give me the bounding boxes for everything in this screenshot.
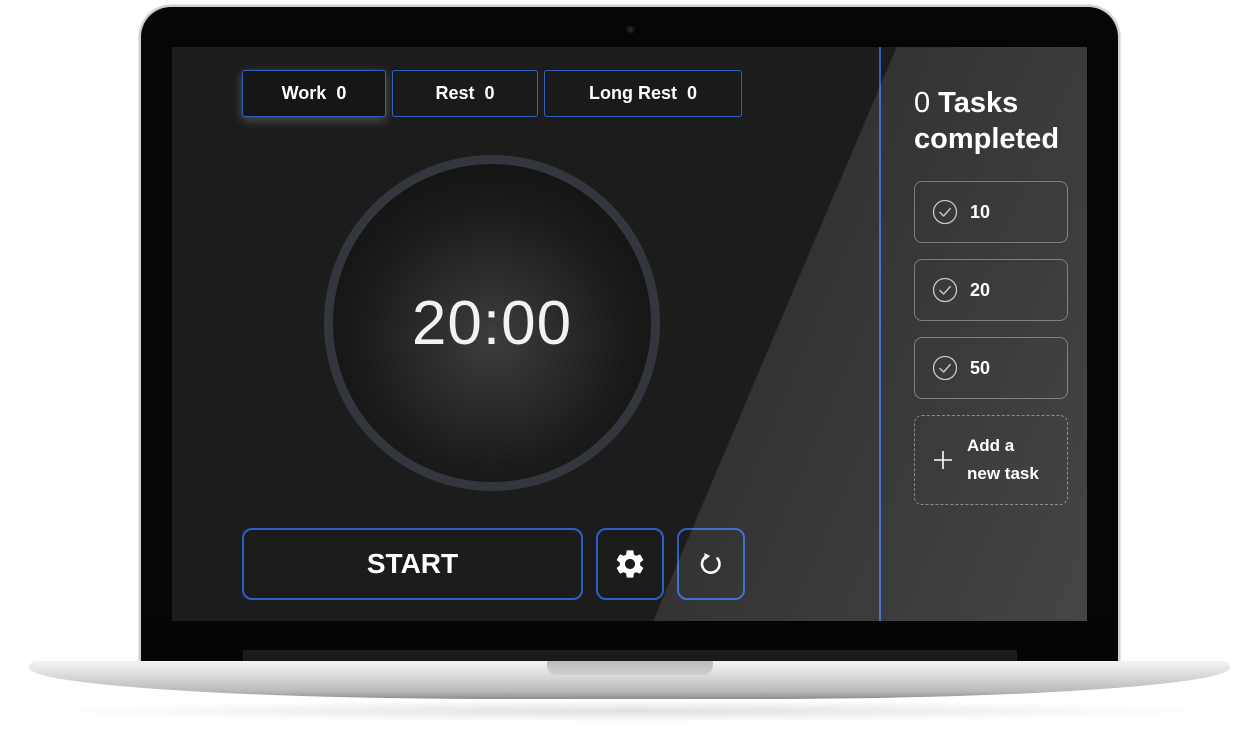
add-task-line-2: new task (967, 464, 1039, 483)
check-circle-icon[interactable] (932, 199, 958, 225)
task-item[interactable]: 10 (914, 181, 1068, 243)
app-screen: Work 0 Rest 0 Long Rest 0 20:00 START 0 … (172, 47, 1087, 621)
laptop-hinge (243, 650, 1017, 661)
reset-button[interactable] (677, 528, 745, 600)
tab-long-rest-count: 0 (686, 83, 697, 103)
tab-work-count: 0 (336, 83, 347, 103)
task-label: 50 (970, 357, 991, 378)
tab-work[interactable]: Work 0 (242, 70, 386, 117)
laptop-shadow (40, 700, 1220, 722)
tasks-sidebar: 0 Tasks completed 10 20 50 Add a new tas… (879, 47, 1087, 621)
reset-icon (700, 553, 721, 574)
check-circle-icon[interactable] (932, 277, 958, 303)
plus-icon (934, 451, 952, 469)
laptop-notch (547, 661, 713, 675)
start-button[interactable]: START (242, 528, 583, 600)
tab-rest[interactable]: Rest 0 (392, 70, 538, 117)
timer-ring: 20:00 (324, 155, 660, 491)
tab-rest-label: Rest (435, 83, 475, 103)
task-label: 10 (970, 201, 991, 222)
task-label: 20 (970, 279, 991, 300)
add-task-line-1: Add a (967, 436, 1015, 455)
tasks-completed-count: 0 (914, 87, 931, 119)
timer-controls: START (242, 528, 745, 600)
timer-face: 20:00 (333, 164, 651, 482)
mode-tabs: Work 0 Rest 0 Long Rest 0 (242, 70, 742, 117)
tab-long-rest[interactable]: Long Rest 0 (544, 70, 742, 117)
task-item[interactable]: 50 (914, 337, 1068, 399)
timer-display: 20:00 (411, 288, 573, 358)
check-circle-icon[interactable] (932, 355, 958, 381)
add-task-button[interactable]: Add a new task (914, 415, 1068, 505)
camera-icon (626, 25, 635, 34)
settings-button[interactable] (596, 528, 664, 600)
tasks-completed-heading: 0 Tasks completed (914, 85, 1084, 157)
tab-work-label: Work (281, 83, 327, 103)
tab-rest-count: 0 (484, 83, 495, 103)
tab-long-rest-label: Long Rest (588, 83, 677, 103)
task-item[interactable]: 20 (914, 259, 1068, 321)
add-task-label: Add a new task (967, 432, 1039, 488)
gear-icon (616, 550, 644, 578)
tasks-completed-label: Tasks completed (914, 87, 1060, 155)
